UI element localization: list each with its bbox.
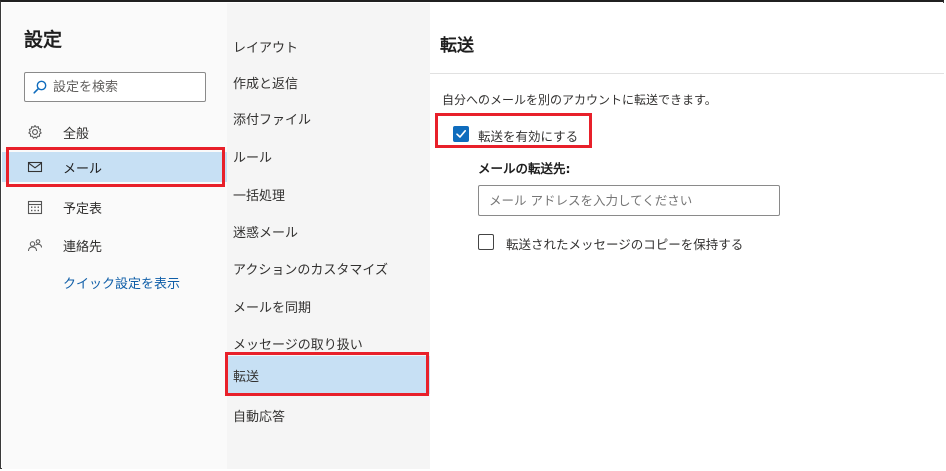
submenu-item-sync-email[interactable]: メールを同期 bbox=[227, 290, 430, 324]
submenu-item-forwarding[interactable]: 転送 bbox=[227, 356, 430, 394]
enable-forwarding-label[interactable]: 転送を有効にする bbox=[478, 126, 578, 145]
submenu-item-label: 作成と返信 bbox=[233, 77, 299, 92]
submenu-item-customize-actions[interactable]: アクションのカスタマイズ bbox=[227, 252, 430, 286]
nav-item-label: 連絡先 bbox=[63, 240, 103, 255]
mail-settings-submenu: レイアウト 作成と返信 添付ファイル ルール 一括処理 迷惑メール アクションの… bbox=[227, 3, 430, 469]
settings-nav-pane: 設定 全般 メール bbox=[2, 3, 227, 469]
forward-email-input[interactable] bbox=[478, 185, 780, 216]
forward-to-heading: メールの転送先: bbox=[478, 161, 571, 176]
submenu-item-label: 添付ファイル bbox=[233, 113, 312, 128]
submenu-item-label: メールを同期 bbox=[233, 301, 312, 316]
keep-copy-label[interactable]: 転送されたメッセージのコピーを保持する bbox=[506, 234, 743, 253]
calendar-icon bbox=[27, 200, 43, 215]
nav-item-general[interactable]: 全般 bbox=[2, 117, 227, 147]
settings-search-box[interactable] bbox=[24, 72, 206, 102]
submenu-item-label: ルール bbox=[233, 151, 273, 166]
checkmark-icon bbox=[456, 129, 466, 138]
mail-icon bbox=[27, 161, 43, 173]
submenu-item-compose-reply[interactable]: 作成と返信 bbox=[227, 66, 430, 100]
submenu-item-sweep[interactable]: 一括処理 bbox=[227, 178, 430, 212]
nav-item-calendar[interactable]: 予定表 bbox=[2, 192, 227, 222]
panel-title: 転送 bbox=[440, 36, 474, 56]
gear-icon bbox=[28, 125, 42, 139]
people-icon bbox=[28, 239, 42, 252]
settings-window: 設定 全般 メール bbox=[0, 0, 944, 469]
title-divider bbox=[430, 73, 944, 74]
submenu-item-label: 転送 bbox=[233, 370, 260, 385]
submenu-item-label: 迷惑メール bbox=[233, 226, 299, 241]
keep-copy-checkbox[interactable] bbox=[478, 234, 494, 250]
nav-item-label: メール bbox=[63, 162, 103, 177]
nav-item-label: 予定表 bbox=[63, 202, 103, 217]
forwarding-description: 自分へのメールを別のアカウントに転送できます。 bbox=[442, 93, 717, 107]
submenu-item-label: 自動応答 bbox=[233, 410, 286, 425]
quick-settings-link[interactable]: クイック設定を表示 bbox=[63, 273, 180, 292]
search-icon bbox=[33, 80, 47, 94]
settings-search-input[interactable] bbox=[53, 78, 198, 96]
submenu-item-label: レイアウト bbox=[233, 41, 299, 56]
submenu-item-layout[interactable]: レイアウト bbox=[227, 30, 430, 64]
nav-item-mail[interactable]: メール bbox=[2, 152, 227, 182]
enable-forwarding-checkbox[interactable] bbox=[453, 126, 469, 142]
settings-title: 設定 bbox=[24, 29, 63, 51]
nav-item-people[interactable]: 連絡先 bbox=[2, 230, 227, 260]
nav-item-label: 全般 bbox=[63, 127, 90, 142]
submenu-item-automatic-replies[interactable]: 自動応答 bbox=[227, 399, 430, 433]
submenu-item-attachments[interactable]: 添付ファイル bbox=[227, 102, 430, 136]
submenu-item-label: 一括処理 bbox=[233, 189, 286, 204]
submenu-item-label: アクションのカスタマイズ bbox=[233, 263, 388, 278]
submenu-item-label: メッセージの取り扱い bbox=[233, 338, 363, 353]
submenu-item-rules[interactable]: ルール bbox=[227, 140, 430, 174]
submenu-item-junk-mail[interactable]: 迷惑メール bbox=[227, 215, 430, 249]
forwarding-settings-panel: 転送 自分へのメールを別のアカウントに転送できます。 転送を有効にする メールの… bbox=[430, 3, 944, 469]
